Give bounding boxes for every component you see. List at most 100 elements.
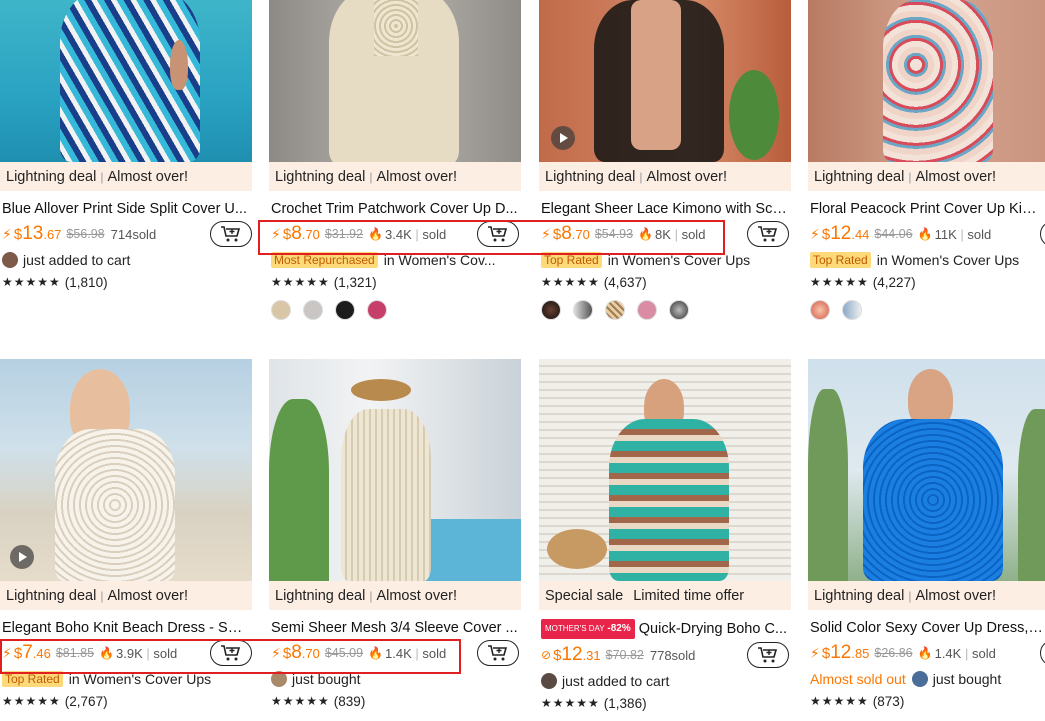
category-row: Most Repurchased in Women's Cov... (269, 249, 521, 271)
activity-row: just bought (269, 668, 521, 690)
status-badge: Top Rated (541, 252, 602, 268)
play-video-button[interactable] (551, 126, 575, 150)
star-rating: ★★★★★ (541, 696, 600, 710)
sold-count: 3.4K | sold (385, 226, 447, 242)
product-card[interactable]: Lightning deal | Almost over! Semi Sheer M… (269, 359, 521, 712)
sale-price: $7.46 (13, 642, 51, 663)
product-image[interactable] (808, 359, 1045, 581)
deal-status: Almost over! (107, 168, 189, 185)
original-price: $56.98 (66, 227, 105, 241)
status-badge: Top Rated (810, 252, 871, 268)
product-card[interactable]: Special sale Limited time offer MOTHER'S … (539, 359, 791, 714)
deal-banner: Lightning deal | Almost over! (808, 581, 1045, 610)
sale-price: $12.44 (821, 223, 870, 244)
add-to-cart-button[interactable] (1040, 640, 1045, 666)
star-rating: ★★★★★ (271, 694, 330, 708)
product-card[interactable]: Lightning deal | Almost over! Blue Allover… (0, 0, 252, 293)
product-card[interactable]: Lightning deal | Almost over! Solid Color … (808, 359, 1045, 712)
product-title[interactable]: Blue Allover Print Side Split Cover U... (0, 200, 250, 218)
product-title[interactable]: Solid Color Sexy Cover Up Dress, V ... (808, 619, 1045, 637)
deal-banner: Lightning deal | Almost over! (539, 162, 791, 191)
price-row: ⚡ $13.67 $56.98 714sold (0, 219, 252, 249)
add-to-cart-button[interactable] (477, 221, 519, 247)
sale-price: $12.85 (821, 642, 870, 663)
category-row: Top Rated in Women's Cover Ups (0, 668, 252, 690)
deal-banner: Lightning deal | Almost over! (269, 581, 521, 610)
product-image[interactable] (269, 359, 521, 581)
category-row: Top Rated in Women's Cover Ups (808, 249, 1045, 271)
rating-row: ★★★★★ (4,637) (541, 274, 647, 290)
product-image[interactable] (539, 0, 791, 162)
cart-icon (221, 645, 241, 661)
add-to-cart-button[interactable] (747, 642, 789, 668)
swatch[interactable] (271, 300, 291, 320)
original-price: $26.86 (874, 646, 913, 660)
lightning-icon: ⚡ (2, 644, 12, 661)
sale-price: $8.70 (552, 223, 590, 244)
product-title[interactable]: Elegant Sheer Lace Kimono with Sca... (539, 200, 789, 218)
price-row: ⚡ $12.44 $44.06 🔥 11K | sold (808, 219, 1045, 249)
swatch[interactable] (810, 300, 830, 320)
fire-icon: 🔥 (638, 227, 654, 241)
activity-row: Almost sold out just bought (810, 671, 1002, 687)
product-card[interactable]: Lightning deal | Almost over! Floral Peaco… (808, 0, 1045, 320)
add-to-cart-button[interactable] (747, 221, 789, 247)
original-price: $44.06 (874, 227, 913, 241)
avatar (271, 671, 287, 687)
star-rating: ★★★★★ (541, 275, 600, 289)
lightning-icon: ⚡ (810, 225, 820, 242)
swatch[interactable] (842, 300, 862, 320)
deal-banner: Lightning deal | Almost over! (0, 581, 252, 610)
product-card[interactable]: Lightning deal | Almost over! Elegant Shee… (539, 0, 791, 320)
swatch[interactable] (303, 300, 323, 320)
avatar (911, 671, 928, 687)
product-image[interactable] (0, 359, 252, 581)
swatch[interactable] (637, 300, 657, 320)
product-image[interactable] (269, 0, 521, 162)
product-title[interactable]: MOTHER'S DAY -82% Quick-Drying Boho C... (539, 619, 789, 639)
original-price: $45.09 (324, 646, 364, 660)
activity-row: just added to cart (539, 670, 791, 692)
deal-banner: Lightning deal | Almost over! (269, 162, 521, 191)
cart-icon (758, 226, 778, 242)
add-to-cart-button[interactable] (477, 640, 519, 666)
product-image[interactable] (808, 0, 1045, 162)
play-video-button[interactable] (10, 545, 34, 569)
swatch[interactable] (367, 300, 387, 320)
swatch[interactable] (541, 300, 561, 320)
star-rating: ★★★★★ (271, 275, 330, 289)
price-row: ⚡ $8.70 $54.93 🔥 8K | sold (539, 219, 791, 249)
swatch[interactable] (335, 300, 355, 320)
price-row: ⚡ $8.70 $45.09 🔥 1.4K | sold (269, 638, 521, 668)
deal-banner: Lightning deal | Almost over! (0, 162, 252, 191)
rating-row: ★★★★★ (4,227) (810, 274, 916, 290)
rating-row: ★★★★★ (1,321) (271, 274, 377, 290)
promo-badge: MOTHER'S DAY -82% (541, 619, 635, 639)
rating-row: ★★★★★ (2,767) (2, 693, 108, 709)
product-image[interactable] (0, 0, 252, 162)
add-to-cart-button[interactable] (1040, 221, 1045, 247)
product-title[interactable]: Crochet Trim Patchwork Cover Up D... (269, 200, 519, 218)
product-card[interactable]: Lightning deal | Almost over! Crochet Trim… (269, 0, 521, 320)
product-image[interactable] (539, 359, 791, 581)
sold-count: 8K | sold (655, 226, 706, 242)
swatch[interactable] (573, 300, 593, 320)
original-price: $54.93 (594, 227, 634, 241)
price-row: ⚡ $7.46 $81.85 🔥 3.9K | sold (0, 638, 252, 668)
original-price: $70.82 (605, 648, 644, 662)
add-to-cart-button[interactable] (210, 640, 252, 666)
rating-row: ★★★★★ (873) (810, 693, 905, 709)
activity-row: just added to cart (0, 249, 252, 271)
swatch[interactable] (605, 300, 625, 320)
category-row: Top Rated in Women's Cover Ups (539, 249, 791, 271)
sold-count: 778sold (649, 647, 696, 663)
price-row: ⚡ $8.70 $31.92 🔥 3.4K | sold (269, 219, 521, 249)
product-card[interactable]: Lightning deal | Almost over! Elegant Boho… (0, 359, 252, 712)
avatar (541, 673, 557, 689)
product-title[interactable]: Semi Sheer Mesh 3/4 Sleeve Cover ... (269, 619, 519, 637)
product-title[interactable]: Elegant Boho Knit Beach Dress - Se... (0, 619, 244, 637)
swatch[interactable] (669, 300, 689, 320)
add-to-cart-button[interactable] (210, 221, 252, 247)
product-title[interactable]: Floral Peacock Print Cover Up Kimo... (808, 200, 1045, 218)
color-swatches (269, 300, 521, 320)
